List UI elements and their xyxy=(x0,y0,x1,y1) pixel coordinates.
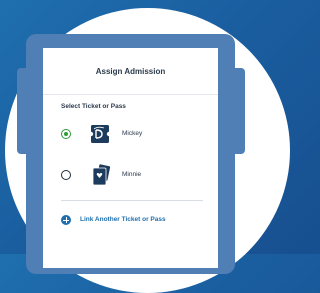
radio-button-selected[interactable] xyxy=(61,129,71,139)
section-title: Select Ticket or Pass xyxy=(61,103,126,110)
disney-ticket-icon xyxy=(88,125,112,143)
header: Assign Admission xyxy=(43,48,218,95)
assign-admission-card: Assign Admission Select Ticket or Pass M… xyxy=(43,48,218,268)
divider xyxy=(61,200,203,201)
page-title: Assign Admission xyxy=(95,66,166,76)
link-label: Link Another Ticket or Pass xyxy=(80,216,166,223)
multi-ticket-icon xyxy=(92,164,111,186)
plus-circle-icon xyxy=(61,215,71,225)
radio-button[interactable] xyxy=(61,170,71,180)
option-label: Mickey xyxy=(122,130,143,137)
option-label: Minnie xyxy=(122,171,142,178)
ticket-option-minnie[interactable]: Minnie xyxy=(61,164,201,186)
link-another-ticket-button[interactable]: Link Another Ticket or Pass xyxy=(61,214,211,228)
ticket-option-mickey[interactable]: Mickey xyxy=(61,123,201,145)
